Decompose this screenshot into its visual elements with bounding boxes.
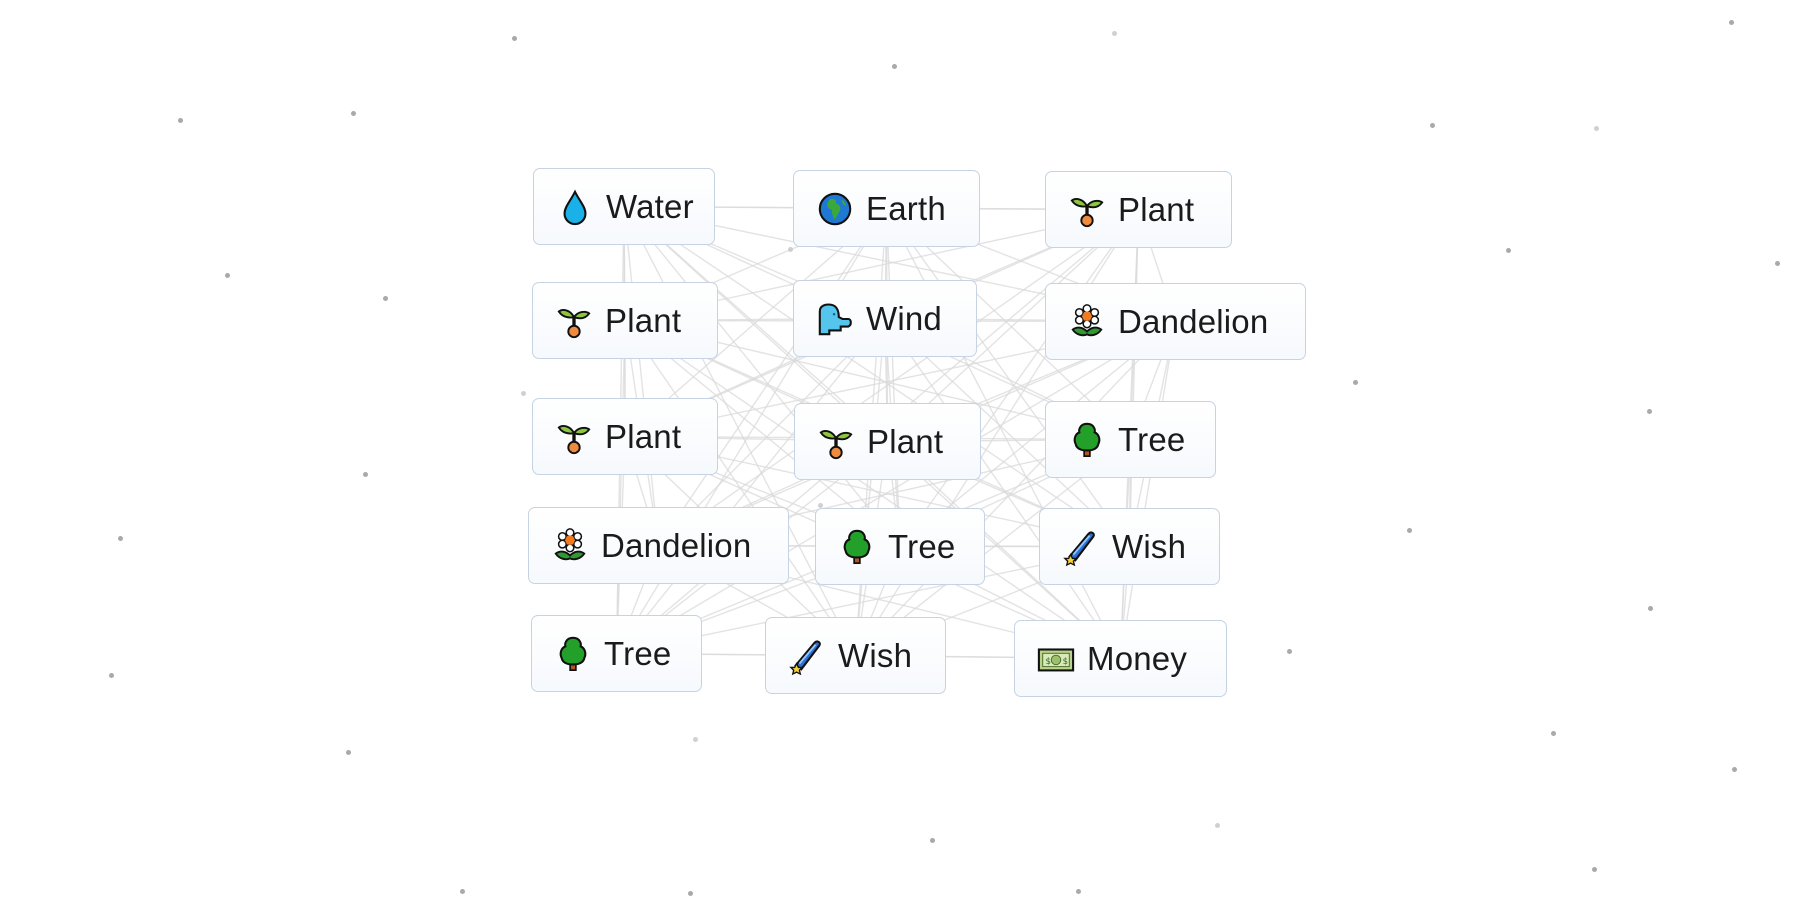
connection-line [885,208,901,547]
tree-icon [554,634,592,674]
element-label: Dandelion [1118,302,1269,340]
seedling-icon [817,422,855,462]
background-dot [1076,889,1081,894]
connection-line [884,318,1122,659]
seedling-icon [555,417,593,457]
element-plant[interactable]: Plant [532,398,718,475]
element-label: Plant [605,301,682,339]
background-dot [351,111,356,116]
background-dot [1551,731,1556,736]
background-dot [1732,767,1737,772]
game-canvas[interactable]: Water Earth Plant Plant Wind Dandelion P… [0,0,1800,900]
background-dot [892,64,897,69]
background-dot [118,536,123,541]
background-dot [178,118,183,123]
connection-line [616,320,1176,655]
connection-line [623,206,901,547]
element-wish[interactable]: Wish [765,617,946,694]
element-label: Wish [838,636,913,674]
element-label: Wish [1112,527,1187,565]
background-dot [346,750,351,755]
background-dot [930,838,935,843]
background-dot [1430,123,1435,128]
element-plant[interactable]: Plant [1045,171,1232,248]
shooting-star-icon [788,636,826,676]
background-dot [1407,528,1412,533]
background-dot [109,673,114,678]
connection-line [615,318,886,654]
background-dot [1647,409,1652,414]
background-dot [1594,126,1599,131]
element-dandelion[interactable]: Dandelion [528,507,789,584]
background-dot [1287,649,1292,654]
background-dot [512,36,517,41]
element-dandelion[interactable]: Dandelion [1045,283,1306,360]
wind-face-icon [816,299,854,339]
element-label: Tree [604,634,672,672]
element-label: Tree [1118,420,1186,458]
element-label: Plant [1118,190,1195,228]
background-dot [1353,380,1358,385]
tree-icon [1068,420,1106,460]
background-dot [521,391,526,396]
svg-text:$: $ [1046,656,1051,666]
earth-globe-icon [816,189,854,229]
element-water[interactable]: Water [533,168,715,245]
connection-line [623,205,1130,548]
connection-line [624,320,857,656]
shooting-star-icon [1062,527,1100,567]
seedling-icon [555,301,593,341]
element-label: Plant [867,422,944,460]
element-plant[interactable]: Plant [794,403,981,480]
background-dot [1506,248,1511,253]
element-money[interactable]: $ $ Money [1014,620,1227,697]
connection-line [885,208,1131,547]
svg-text:$: $ [1063,656,1068,666]
connection-line [899,209,1140,547]
element-label: Earth [866,189,946,227]
connection-line [615,320,626,654]
background-dot [1215,823,1220,828]
element-tree[interactable]: Tree [815,508,985,585]
connection-line [1119,321,1177,659]
background-dot [788,247,793,252]
water-drop-icon [556,187,594,227]
element-label: Dandelion [601,526,752,564]
seedling-icon [1068,190,1106,230]
banknote-icon: $ $ [1037,639,1075,679]
background-dot [1592,867,1597,872]
background-dot [1648,606,1653,611]
background-dot [1775,261,1780,266]
connection-line [624,319,1121,660]
background-dot [1112,31,1117,36]
background-dot [1729,20,1734,25]
element-wind[interactable]: Wind [793,280,977,357]
element-wish[interactable]: Wish [1039,508,1220,585]
background-dot [363,472,368,477]
background-dot [383,296,388,301]
element-plant[interactable]: Plant [532,282,718,359]
background-dot [460,889,465,894]
connection-line [854,318,886,656]
element-label: Money [1087,639,1188,677]
element-label: Wind [866,299,942,337]
connection-line [658,208,1139,547]
flower-icon [1068,302,1106,342]
background-dot [693,737,698,742]
element-label: Water [606,187,694,225]
connection-line [854,321,1177,656]
tree-icon [838,527,876,567]
connection-line [1128,209,1140,547]
connection-line [623,206,660,546]
element-earth[interactable]: Earth [793,170,980,247]
element-label: Tree [888,527,956,565]
element-tree[interactable]: Tree [531,615,702,692]
background-dot [688,891,693,896]
element-label: Plant [605,417,682,455]
flower-icon [551,526,589,566]
connection-line [657,208,888,546]
element-tree[interactable]: Tree [1045,401,1216,478]
background-dot [225,273,230,278]
